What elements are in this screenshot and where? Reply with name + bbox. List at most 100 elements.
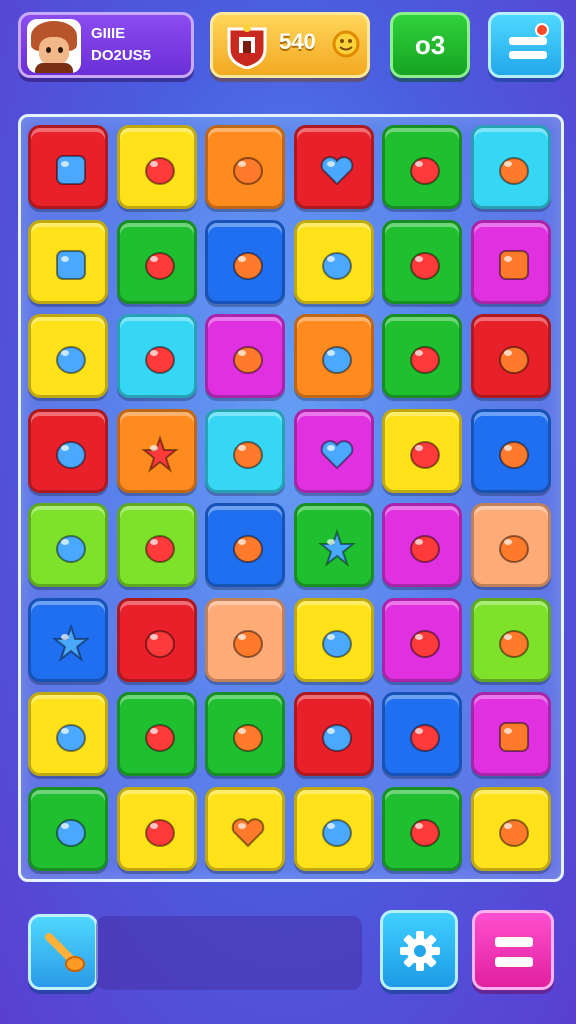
tile[interactable] bbox=[293, 314, 374, 398]
purple-swirl-icon bbox=[56, 818, 86, 847]
mini-grid-icon bbox=[498, 722, 529, 752]
tile[interactable] bbox=[470, 597, 551, 682]
seed-face-icon bbox=[321, 629, 352, 658]
speech-bubble-icon bbox=[233, 629, 263, 658]
purple-gear-icon bbox=[144, 724, 175, 752]
profile-line-2: DO2US5 bbox=[91, 47, 152, 64]
tile[interactable] bbox=[28, 786, 108, 871]
tile[interactable] bbox=[470, 786, 551, 871]
blue-orb-icon bbox=[233, 724, 263, 752]
tile[interactable] bbox=[293, 786, 374, 871]
tile[interactable] bbox=[28, 219, 108, 304]
banana-icon bbox=[321, 724, 352, 752]
top-hud: GIIIE DO2US5 540 o3 bbox=[0, 10, 576, 82]
tile[interactable] bbox=[28, 314, 108, 398]
tile[interactable] bbox=[470, 408, 551, 493]
tile[interactable] bbox=[28, 408, 108, 493]
tile[interactable] bbox=[470, 125, 551, 209]
tile[interactable] bbox=[116, 125, 197, 209]
tile[interactable] bbox=[205, 597, 285, 682]
leaf-gem-icon bbox=[144, 535, 175, 563]
eggplant-icon bbox=[498, 629, 529, 658]
potion-icon bbox=[233, 346, 263, 374]
tile[interactable] bbox=[293, 219, 374, 304]
purple-star-icon bbox=[317, 528, 356, 567]
tile[interactable] bbox=[116, 503, 197, 587]
tile[interactable] bbox=[470, 692, 551, 776]
tile[interactable] bbox=[470, 219, 551, 304]
tile[interactable] bbox=[293, 692, 374, 776]
tile[interactable] bbox=[205, 125, 285, 209]
tile[interactable] bbox=[205, 786, 285, 871]
sun-face-icon bbox=[56, 724, 86, 752]
booster-tray bbox=[96, 916, 362, 990]
booster-button[interactable] bbox=[28, 914, 98, 990]
bottom-bar bbox=[0, 908, 576, 998]
tile[interactable] bbox=[28, 597, 108, 682]
avatar[interactable] bbox=[27, 19, 81, 73]
pumpkin-icon bbox=[410, 724, 440, 752]
tile[interactable] bbox=[205, 408, 285, 493]
green-hook-icon bbox=[233, 440, 263, 469]
game-board bbox=[18, 114, 564, 882]
green-apple-icon bbox=[410, 157, 440, 185]
white-drop-icon bbox=[144, 629, 175, 658]
tile[interactable] bbox=[382, 314, 462, 398]
tile[interactable] bbox=[382, 692, 462, 776]
gear-icon bbox=[400, 931, 440, 971]
yellow-bird-icon bbox=[410, 629, 440, 658]
carrot-wand-icon bbox=[45, 933, 85, 972]
tile[interactable] bbox=[116, 408, 197, 493]
fish-icon bbox=[498, 346, 529, 374]
calendar-box-icon bbox=[498, 249, 529, 280]
spiral-candy-icon bbox=[56, 440, 86, 469]
profile-panel[interactable]: GIIIE DO2US5 bbox=[18, 12, 194, 78]
tile[interactable] bbox=[293, 597, 374, 682]
tile[interactable] bbox=[205, 692, 285, 776]
tile[interactable] bbox=[470, 314, 551, 398]
tile[interactable] bbox=[28, 692, 108, 776]
smiley-coin-icon bbox=[332, 30, 360, 58]
crest-icon bbox=[227, 24, 267, 69]
pause-button[interactable] bbox=[472, 910, 554, 990]
tile[interactable] bbox=[382, 786, 462, 871]
magenta-heart-icon bbox=[320, 439, 353, 469]
settings-button[interactable] bbox=[380, 910, 458, 990]
plum-icon bbox=[498, 818, 529, 847]
tomato-icon bbox=[233, 535, 263, 563]
green-fruit-icon bbox=[233, 251, 263, 280]
tile[interactable] bbox=[382, 503, 462, 587]
green-leaf-icon bbox=[410, 535, 440, 563]
tile[interactable] bbox=[116, 597, 197, 682]
tile[interactable] bbox=[205, 314, 285, 398]
tile[interactable] bbox=[205, 503, 285, 587]
tile[interactable] bbox=[382, 219, 462, 304]
tile[interactable] bbox=[293, 503, 374, 587]
tile[interactable] bbox=[382, 125, 462, 209]
purple-flower-icon bbox=[410, 818, 440, 847]
tile[interactable] bbox=[382, 408, 462, 493]
menu-button[interactable] bbox=[488, 12, 564, 78]
tile[interactable] bbox=[116, 219, 197, 304]
tile[interactable] bbox=[28, 503, 108, 587]
tile[interactable] bbox=[293, 408, 374, 493]
tile[interactable] bbox=[28, 125, 108, 209]
bag-icon bbox=[56, 249, 86, 280]
fire-drop-icon bbox=[233, 157, 263, 185]
tile[interactable] bbox=[116, 314, 197, 398]
yellow-star-icon bbox=[52, 623, 90, 662]
cyan-blob-face-icon bbox=[321, 251, 352, 280]
moves-counter: o3 bbox=[390, 12, 470, 78]
blue-puzzle-icon bbox=[321, 818, 352, 847]
green-heart-icon bbox=[320, 156, 353, 186]
tile[interactable] bbox=[470, 503, 551, 587]
orange-face-icon bbox=[56, 535, 86, 563]
rock-creature-icon bbox=[410, 346, 440, 374]
tile[interactable] bbox=[116, 692, 197, 776]
tile[interactable] bbox=[116, 786, 197, 871]
tile[interactable] bbox=[382, 597, 462, 682]
tile[interactable] bbox=[293, 125, 374, 209]
purple-heart-icon bbox=[231, 817, 265, 847]
slime-face-icon bbox=[498, 440, 529, 469]
tile[interactable] bbox=[205, 219, 285, 304]
